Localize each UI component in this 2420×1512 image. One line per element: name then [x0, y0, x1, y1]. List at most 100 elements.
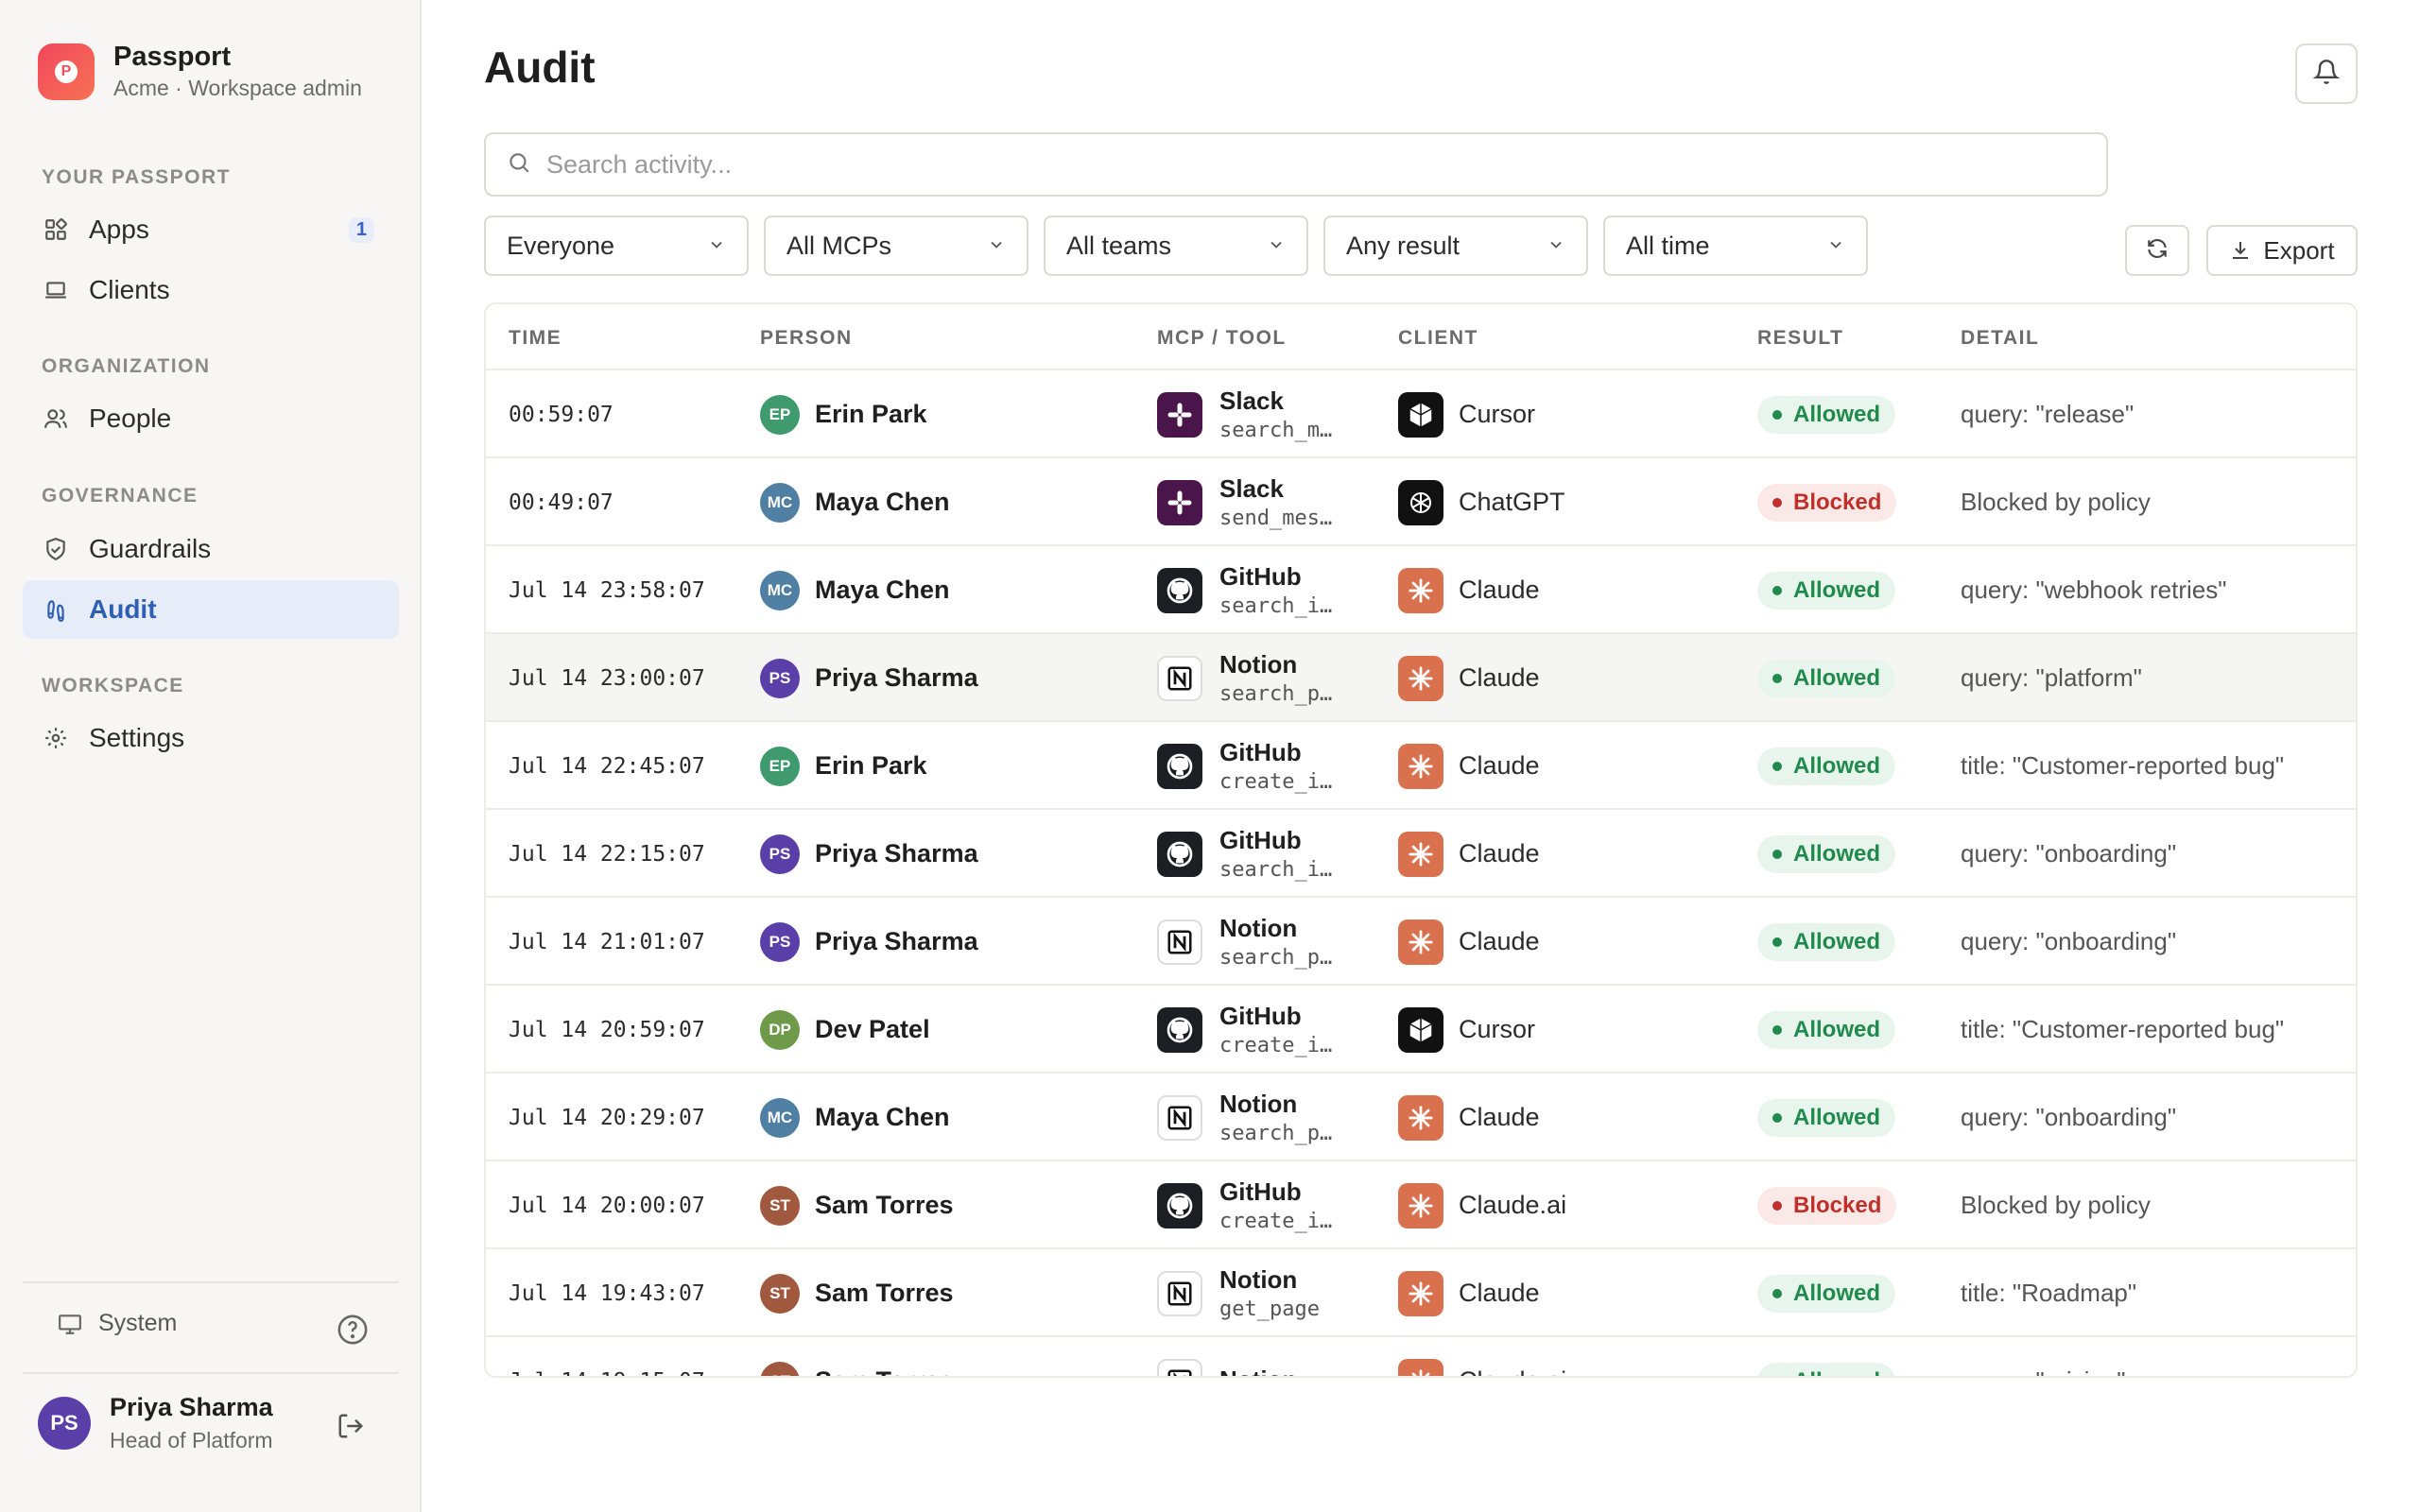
person-cell[interactable]: PS Priya Sharma [760, 810, 978, 898]
client-cell[interactable]: Cursor [1398, 986, 1535, 1074]
table-row[interactable]: Jul 14 20:59:07 DP Dev Patel GitHub crea… [486, 986, 2356, 1074]
mcp-name: Slack [1219, 387, 1284, 415]
client-cell[interactable]: Claude [1398, 1249, 1540, 1337]
tool-cell[interactable]: GitHub create_i… [1157, 986, 1332, 1074]
client-cell[interactable]: Claude [1398, 810, 1540, 898]
client-cell[interactable]: Claude [1398, 1074, 1540, 1161]
table-row[interactable]: 00:59:07 EP Erin Park Slack search_m… Cu… [486, 370, 2356, 458]
client-cell[interactable]: Cursor [1398, 370, 1535, 458]
help-icon[interactable] [337, 1314, 369, 1350]
tool-cell[interactable]: Notion search_p… [1157, 634, 1332, 722]
filter-result-dropdown[interactable]: Any result [1323, 215, 1588, 276]
tool-cell[interactable]: Slack send_mes… [1157, 458, 1332, 546]
search-bar[interactable] [484, 132, 2108, 197]
sidebar-item-label: Clients [89, 275, 170, 304]
table-row[interactable]: Jul 14 23:58:07 MC Maya Chen GitHub sear… [486, 546, 2356, 634]
person-cell[interactable]: MC Maya Chen [760, 1074, 950, 1161]
column-header[interactable]: DETAIL [1961, 327, 2039, 350]
column-header[interactable]: CLIENT [1398, 327, 1478, 350]
status-text: Allowed [1793, 1280, 1881, 1306]
sidebar-item-apps[interactable]: Apps 1 [23, 200, 399, 259]
person-cell[interactable]: MC Maya Chen [760, 458, 950, 546]
client-cell[interactable]: Claude [1398, 898, 1540, 986]
avatar: PS [760, 833, 800, 874]
filter-team-dropdown[interactable]: All teams [1044, 215, 1308, 276]
status-text: Blocked [1793, 489, 1882, 515]
brand[interactable]: P Passport Acme · Workspace admin [38, 42, 362, 101]
person-cell[interactable]: EP Erin Park [760, 370, 927, 458]
shield-icon [42, 535, 70, 563]
chevron-down-icon [1826, 232, 1845, 261]
logout-icon[interactable] [337, 1412, 365, 1445]
tool-cell[interactable]: GitHub create_i… [1157, 1161, 1332, 1249]
person-cell[interactable]: PS Priya Sharma [760, 898, 978, 986]
sidebar-item-clients[interactable]: Clients [23, 261, 399, 319]
person-cell[interactable]: EP Erin Park [760, 722, 927, 810]
status-badge: Blocked [1757, 483, 1897, 522]
table-row[interactable]: Jul 14 20:29:07 MC Maya Chen Notion sear… [486, 1074, 2356, 1161]
user-profile[interactable]: PS Priya Sharma Head of Platform [38, 1393, 273, 1453]
table-row[interactable]: Jul 14 23:00:07 PS Priya Sharma Notion s… [486, 634, 2356, 722]
person-name: Priya Sharma [815, 927, 978, 955]
client-cell[interactable]: ChatGPT [1398, 458, 1565, 546]
person-cell[interactable]: ST Sam Torres [760, 1161, 954, 1249]
apps-icon [42, 215, 70, 244]
tool-action: create_i… [1219, 1034, 1333, 1057]
result-cell: Allowed [1757, 810, 1896, 898]
slack-icon [1157, 391, 1202, 438]
table-row[interactable]: 00:49:07 MC Maya Chen Slack send_mes… Ch… [486, 458, 2356, 546]
column-header[interactable]: PERSON [760, 327, 853, 350]
person-cell[interactable]: DP Dev Patel [760, 986, 930, 1074]
tool-cell[interactable]: Slack search_m… [1157, 370, 1332, 458]
status-dot-icon [1772, 497, 1782, 507]
person-cell[interactable]: ST Sam Torres [760, 1249, 954, 1337]
client-cell[interactable]: Claude [1398, 722, 1540, 810]
table-row[interactable]: Jul 14 22:15:07 PS Priya Sharma GitHub s… [486, 810, 2356, 898]
time-cell: Jul 14 19:43:07 [509, 1280, 705, 1306]
column-header[interactable]: RESULT [1757, 327, 1843, 350]
person-cell[interactable]: ST Sam Torres [760, 1337, 954, 1376]
table-row[interactable]: Jul 14 19:15:07 ST Sam Torres Notion Cla… [486, 1337, 2356, 1377]
tool-action: search_p… [1219, 682, 1333, 706]
notifications-button[interactable] [2295, 43, 2358, 104]
refresh-button[interactable] [2125, 225, 2189, 276]
table-row[interactable]: Jul 14 20:00:07 ST Sam Torres GitHub cre… [486, 1161, 2356, 1249]
tool-cell[interactable]: GitHub create_i… [1157, 722, 1332, 810]
search-input[interactable] [546, 149, 1964, 180]
result-cell: Allowed [1757, 986, 1896, 1074]
people-icon [42, 404, 70, 433]
tool-cell[interactable]: Notion search_p… [1157, 898, 1332, 986]
table-row[interactable]: Jul 14 19:43:07 ST Sam Torres Notion get… [486, 1249, 2356, 1337]
client-cell[interactable]: Claude [1398, 546, 1540, 634]
detail-cell: query: "webhook retries" [1961, 576, 2227, 604]
filter-mcp-dropdown[interactable]: All MCPs [764, 215, 1028, 276]
client-cell[interactable]: Claude.ai [1398, 1337, 1566, 1376]
client-cell[interactable]: Claude [1398, 634, 1540, 722]
mcp-name: Notion [1219, 914, 1298, 942]
column-header[interactable]: MCP / TOOL [1157, 327, 1287, 350]
avatar: EP [760, 394, 800, 435]
status-badge: Allowed [1757, 659, 1896, 697]
sidebar-item-audit[interactable]: Audit [23, 580, 399, 639]
person-cell[interactable]: MC Maya Chen [760, 546, 950, 634]
time-cell: Jul 14 19:15:07 [509, 1337, 705, 1377]
column-header[interactable]: TIME [509, 327, 562, 350]
system-theme-button[interactable]: System [57, 1310, 177, 1337]
filter-person-dropdown[interactable]: Everyone [484, 215, 749, 276]
tool-cell[interactable]: Notion [1157, 1337, 1297, 1376]
result-cell: Allowed [1757, 1074, 1896, 1161]
sidebar-item-settings[interactable]: Settings [23, 709, 399, 767]
person-cell[interactable]: PS Priya Sharma [760, 634, 978, 722]
notion-icon [1157, 1094, 1202, 1141]
client-cell[interactable]: Claude.ai [1398, 1161, 1566, 1249]
tool-cell[interactable]: Notion get_page [1157, 1249, 1320, 1337]
export-button[interactable]: Export [2206, 225, 2358, 276]
sidebar-item-people[interactable]: People [23, 389, 399, 448]
table-row[interactable]: Jul 14 21:01:07 PS Priya Sharma Notion s… [486, 898, 2356, 986]
sidebar-item-guardrails[interactable]: Guardrails [23, 520, 399, 578]
tool-cell[interactable]: Notion search_p… [1157, 1074, 1332, 1161]
filter-time-dropdown[interactable]: All time [1603, 215, 1868, 276]
tool-cell[interactable]: GitHub search_i… [1157, 810, 1332, 898]
table-row[interactable]: Jul 14 22:45:07 EP Erin Park GitHub crea… [486, 722, 2356, 810]
tool-cell[interactable]: GitHub search_i… [1157, 546, 1332, 634]
